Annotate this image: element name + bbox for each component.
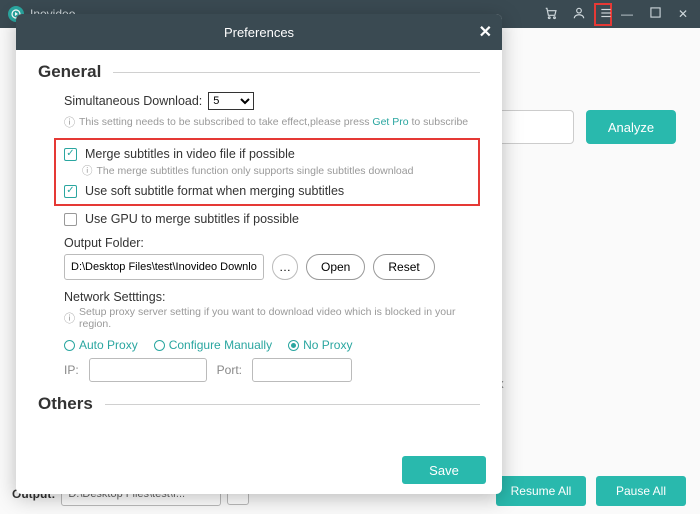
network-help-text: Setup proxy server setting if you want t… (79, 306, 480, 330)
gpu-subtitles-checkbox[interactable]: ✓ (64, 213, 77, 226)
output-folder-label: Output Folder: (64, 236, 480, 250)
merge-help-text: The merge subtitles function only suppor… (97, 165, 414, 177)
dialog-header: Preferences ✕ (16, 14, 502, 50)
maximize-icon[interactable] (646, 7, 664, 21)
pause-all-button[interactable]: Pause All (596, 476, 686, 506)
open-folder-button[interactable]: Open (306, 254, 365, 280)
info-icon: ⓘ (64, 310, 75, 326)
port-input[interactable] (252, 358, 352, 382)
save-button[interactable]: Save (402, 456, 486, 484)
minimize-icon[interactable]: — (618, 7, 636, 21)
close-icon[interactable]: ✕ (479, 22, 492, 42)
section-general-heading: General (38, 62, 480, 82)
dialog-title: Preferences (224, 25, 294, 40)
highlighted-subtitle-options: ✓ Merge subtitles in video file if possi… (54, 138, 480, 206)
merge-subtitles-label: Merge subtitles in video file if possibl… (85, 147, 295, 161)
gpu-subtitles-label: Use GPU to merge subtitles if possible (85, 212, 299, 226)
get-pro-link[interactable]: Get Pro (372, 116, 408, 128)
preferences-dialog: Preferences ✕ General Simultaneous Downl… (16, 14, 502, 494)
menu-icon[interactable] (594, 3, 612, 26)
output-folder-input[interactable] (64, 254, 264, 280)
close-icon[interactable]: ✕ (674, 7, 692, 21)
ip-input[interactable] (89, 358, 207, 382)
manual-proxy-radio[interactable]: Configure Manually (154, 338, 272, 352)
simultaneous-label: Simultaneous Download: (64, 94, 202, 108)
cart-icon[interactable] (542, 6, 560, 23)
auto-proxy-radio[interactable]: Auto Proxy (64, 338, 138, 352)
analyze-button[interactable]: Analyze (586, 110, 676, 144)
soft-subtitle-label: Use soft subtitle format when merging su… (85, 184, 344, 198)
browse-folder-button[interactable]: … (272, 254, 298, 280)
sim-help-text: This setting needs to be subscribed to t… (79, 116, 468, 128)
no-proxy-radio[interactable]: No Proxy (288, 338, 352, 352)
merge-subtitles-checkbox[interactable]: ✓ (64, 148, 77, 161)
resume-all-button[interactable]: Resume All (496, 476, 586, 506)
info-icon: ⓘ (64, 114, 75, 130)
soft-subtitle-checkbox[interactable]: ✓ (64, 185, 77, 198)
port-label: Port: (217, 363, 242, 377)
ip-label: IP: (64, 363, 79, 377)
simultaneous-select[interactable]: 5 (208, 92, 254, 110)
info-icon: ⓘ (82, 163, 93, 178)
user-icon[interactable] (570, 6, 588, 23)
reset-folder-button[interactable]: Reset (373, 254, 434, 280)
network-settings-label: Network Setttings: (64, 290, 480, 304)
section-others-heading: Others (38, 394, 480, 414)
